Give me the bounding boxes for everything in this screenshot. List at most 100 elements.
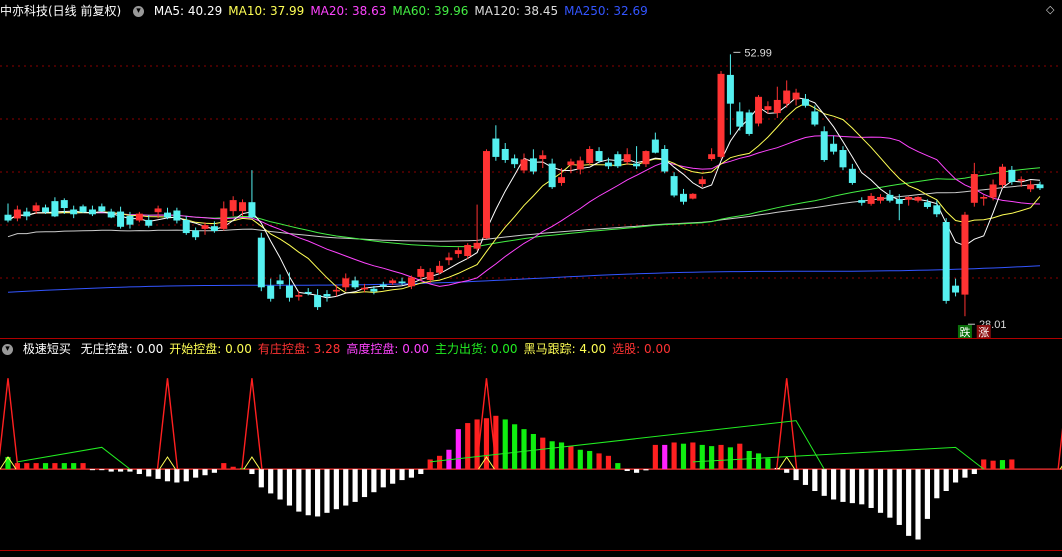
candle-body (88, 209, 96, 215)
diamond-icon[interactable]: ◇ (1046, 3, 1054, 16)
candle-body (32, 205, 40, 212)
candle-body (361, 287, 368, 290)
sub-bar (924, 469, 930, 519)
sub-bar (183, 469, 189, 482)
candle-body (511, 158, 519, 165)
candle-body (370, 288, 378, 292)
sub-bar (268, 469, 274, 494)
sub-bar (52, 463, 58, 470)
sub-bar (136, 469, 142, 475)
candle-body (595, 151, 603, 162)
candle-body (923, 202, 931, 207)
candle-body (783, 90, 791, 104)
chart-svg: 52.9928.01跌涨 (0, 47, 1062, 551)
candle-body (895, 199, 903, 204)
candle-body (651, 139, 659, 153)
sub-bar (455, 429, 461, 470)
sub-bar (680, 443, 687, 470)
candle-body (220, 208, 228, 229)
sub-bar (127, 469, 133, 472)
sub-bar (1009, 459, 1015, 470)
candle-body (267, 285, 275, 299)
sub-bar (5, 457, 11, 470)
chevron-down-icon-sub[interactable]: ▾ (2, 344, 13, 355)
candle-body (1008, 169, 1016, 182)
main-header: 中亦科技(日线 前复权) ▾ MA5: 40.29 MA10: 37.99 MA20… (0, 1, 660, 21)
candle-body (689, 193, 697, 199)
candle-body (961, 214, 969, 295)
sub-bar (746, 450, 752, 470)
candle-body (520, 159, 528, 171)
candle-body (745, 112, 753, 134)
candle-body (614, 154, 622, 167)
candle-body (670, 176, 678, 196)
candle-body (698, 179, 706, 185)
sub-bar (784, 469, 790, 473)
candle-body (126, 215, 134, 225)
sub-bar (230, 466, 236, 470)
sub-bar (61, 463, 67, 470)
spike-small (243, 456, 261, 470)
candle-body (736, 111, 744, 127)
candle-body (70, 209, 78, 215)
sub-bar (896, 469, 902, 525)
candle-body (980, 196, 988, 199)
candle-body (998, 166, 1006, 186)
sub-bar (277, 469, 283, 500)
sub-bar (605, 455, 612, 470)
sub-bar (436, 455, 443, 470)
candle-body (604, 162, 612, 167)
sub-bar (952, 469, 959, 483)
sub-bar (361, 469, 368, 498)
candle-body (764, 106, 772, 110)
candle-body (332, 289, 340, 292)
sub-indicator-4: 主力出货: 0.00 (434, 342, 518, 356)
sub-bar (793, 469, 799, 481)
candle-body (989, 184, 997, 198)
candle-body (482, 151, 490, 239)
sub-bar (202, 469, 208, 476)
candle-body (417, 268, 425, 277)
chevron-down-icon[interactable]: ▾ (133, 6, 145, 17)
high-label: 52.99 (744, 47, 772, 59)
sub-bar (305, 469, 311, 516)
main-indicator-2: MA20: 38.63 (310, 4, 387, 18)
candle-body (1017, 179, 1025, 181)
main-indicator-1: MA10: 37.99 (228, 4, 305, 18)
candle-body (342, 278, 350, 288)
candle-body (464, 244, 472, 257)
candle-body (304, 291, 312, 294)
candle-body (164, 212, 171, 218)
sub-indicator-6: 选股: 0.00 (612, 342, 671, 356)
sub-bar (643, 469, 649, 471)
candle-body (501, 148, 509, 161)
sub-bar (877, 469, 884, 513)
sub-bar (943, 469, 949, 491)
candle-body (42, 207, 50, 213)
sub-bar (71, 463, 77, 470)
sub-bar (380, 469, 386, 488)
candle-body (529, 158, 537, 172)
candle-body (970, 174, 978, 203)
candle-body (239, 202, 247, 212)
spike-small (159, 456, 176, 470)
sub-bar (221, 463, 227, 470)
sub-bar (315, 469, 321, 517)
candle-body (201, 225, 209, 229)
candle-body (351, 280, 359, 288)
sub-bar (155, 469, 161, 479)
sub-bar (934, 469, 940, 499)
candle-body (98, 206, 106, 212)
candle-body (107, 211, 115, 218)
sub-bar (868, 469, 874, 508)
sub-bar (849, 469, 855, 504)
spike-line (775, 378, 798, 470)
sub-bar (802, 469, 809, 485)
candle-body (323, 294, 331, 297)
chart-stage: 52.99 28.01 跌涨 中亦科技(日线 前复权) ▾ MA5: 40.29 MA… (0, 0, 1062, 553)
ma250-line (7, 265, 1041, 293)
candle-body (717, 73, 725, 157)
sub-bar (465, 423, 471, 470)
sub-bar (540, 437, 546, 470)
candle-body (567, 161, 575, 166)
